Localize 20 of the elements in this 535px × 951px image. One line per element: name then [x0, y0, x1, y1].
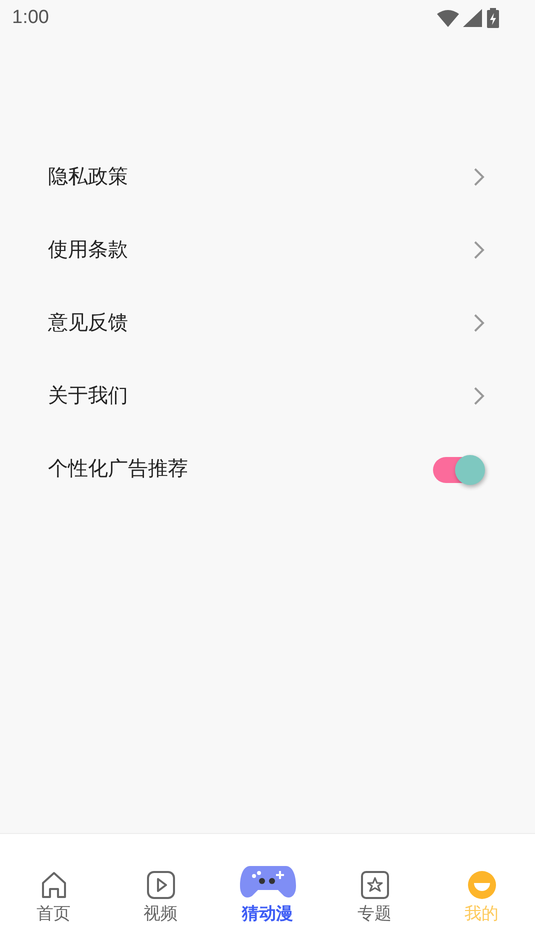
tab-button[interactable]: 首页	[0, 870, 107, 925]
menu-label: 关于我们	[48, 382, 128, 409]
play-icon	[146, 870, 176, 900]
tab-button[interactable]: 视频	[107, 870, 214, 925]
chevron-right-icon	[473, 240, 485, 260]
tab-button[interactable]: 专题	[321, 870, 428, 925]
menu-label: 隐私政策	[48, 163, 128, 190]
signal-icon	[463, 9, 483, 27]
menu-label: 使用条款	[48, 236, 128, 263]
menu-label: 个性化广告推荐	[48, 455, 188, 482]
chevron-right-icon	[473, 312, 485, 332]
toggle-switch[interactable]	[433, 454, 485, 482]
chevron-right-icon	[473, 386, 485, 406]
battery-icon	[487, 8, 499, 28]
tab-button[interactable]: 猜动漫	[214, 862, 321, 925]
chevron-right-icon	[473, 166, 485, 186]
clock-time: 1:00	[12, 7, 49, 29]
wifi-icon	[437, 9, 459, 27]
smile-icon	[466, 870, 496, 900]
menu-label: 意见反馈	[48, 309, 128, 336]
